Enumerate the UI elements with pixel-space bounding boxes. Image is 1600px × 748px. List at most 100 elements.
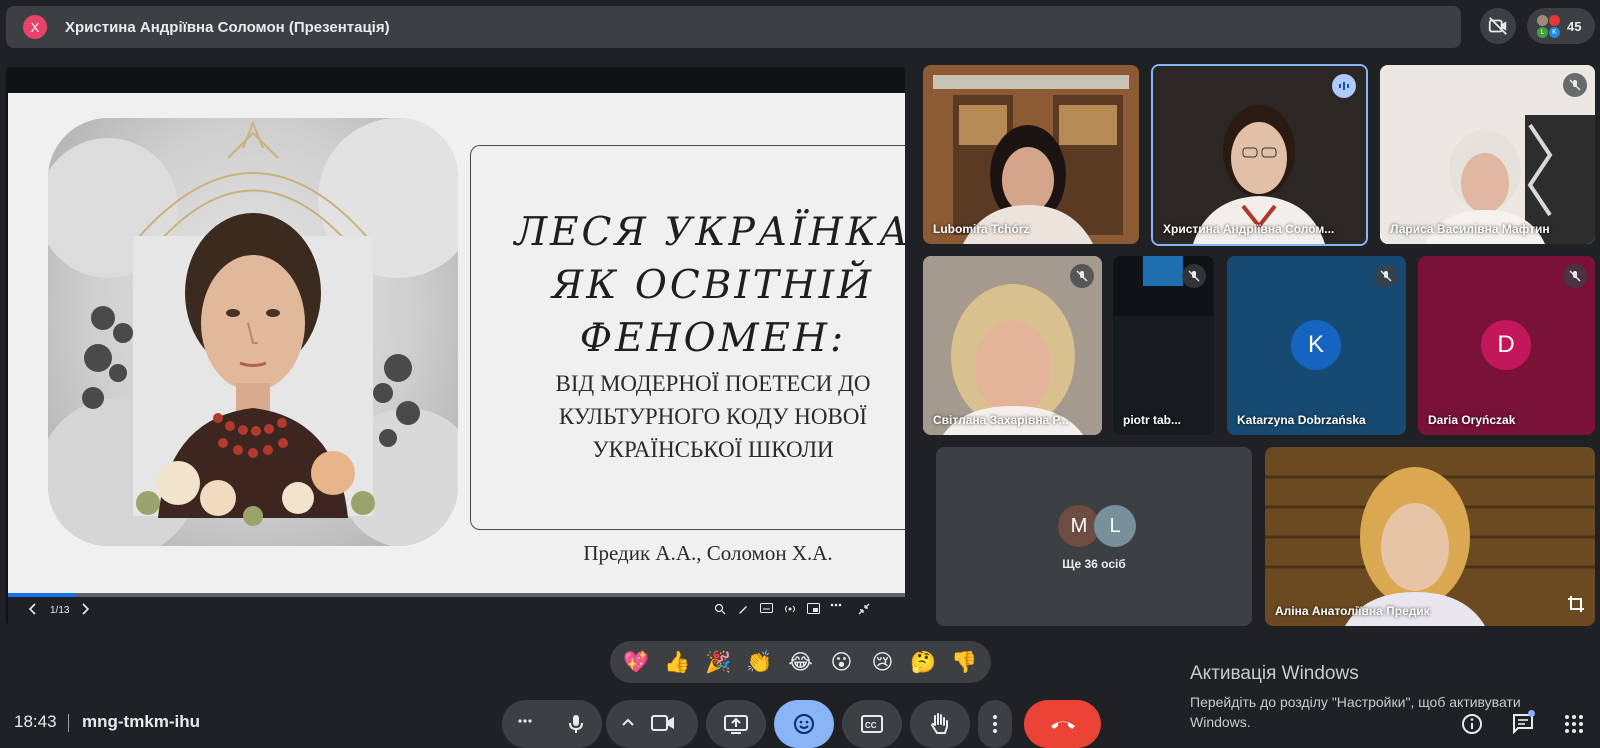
participant-name: piotr tab... [1123, 413, 1181, 427]
audio-settings-button[interactable] [516, 712, 534, 735]
info-icon [1462, 714, 1482, 734]
participant-tile[interactable]: D Daria Oryńczak [1418, 256, 1595, 435]
participant-tile[interactable]: Lubomira Tchórz [923, 65, 1139, 244]
exit-fullscreen-button[interactable] [858, 603, 870, 615]
participant-avatars: L K [1535, 12, 1565, 40]
svg-text:CC: CC [865, 721, 877, 730]
participant-name: Христина Андріївна Солом... [1163, 222, 1335, 236]
audio-wave-icon [1339, 82, 1349, 90]
hide-tiles-button[interactable] [1480, 8, 1516, 44]
reaction-heart[interactable]: 💖 [620, 650, 654, 675]
next-slide-button[interactable] [80, 603, 90, 615]
slide-controls: 1/13 [8, 597, 905, 625]
muted-indicator [1563, 73, 1587, 97]
captions-button[interactable] [760, 603, 773, 613]
slide: ЛЕСЯ УКРАЇНКА ЯК ОСВІТНІЙ ФЕНОМЕН: ВІД М… [8, 93, 905, 593]
meeting-time: 18:43 [14, 712, 57, 731]
activities-button[interactable] [1562, 712, 1586, 736]
subtitle-line: ВІД МОДЕРНОЇ ПОЕТЕСИ ДО [555, 371, 871, 396]
video-settings-button[interactable] [620, 714, 636, 735]
pen-icon [739, 606, 747, 614]
laser-pointer-button[interactable] [737, 603, 749, 615]
participant-tile[interactable]: Аліна Анатоліївна Предик [1265, 447, 1595, 626]
avatar: L [1094, 505, 1136, 547]
more-vertical-icon [993, 715, 997, 733]
reaction-thumbs-up[interactable]: 👍 [661, 650, 695, 675]
mic-off-icon [1569, 79, 1581, 91]
reaction-sad[interactable]: 😢 [866, 650, 900, 674]
mic-off-icon [1188, 270, 1200, 282]
microphone-icon [569, 715, 583, 733]
muted-indicator [1374, 264, 1398, 288]
mic-off-icon [1076, 270, 1088, 282]
video-camera-icon [651, 715, 674, 731]
picture-in-picture-button[interactable] [807, 603, 820, 614]
title-line: ЛЕСЯ УКРАЇНКА [514, 210, 905, 255]
apps-grid-icon [1565, 715, 1583, 733]
video-feed [923, 65, 1139, 244]
crop-icon[interactable] [1567, 595, 1585, 618]
more-options-button[interactable] [830, 603, 842, 607]
camera-off-icon [1488, 17, 1507, 35]
participant-name: Аліна Анатоліївна Предик [1275, 604, 1430, 618]
activation-title: Активація Windows [1190, 663, 1359, 684]
reaction-clap[interactable]: 👏 [743, 650, 777, 675]
participant-tile[interactable]: Христина Андріївна Солом... [1151, 64, 1368, 246]
camera-button[interactable] [650, 712, 676, 739]
participant-tile[interactable]: Світлана Захарівна Р... [923, 256, 1102, 435]
prev-slide-button[interactable] [28, 603, 38, 615]
avatar [1537, 15, 1548, 26]
reaction-thinking[interactable]: 🤔 [907, 650, 941, 675]
participant-name: Daria Oryńczak [1428, 413, 1516, 427]
mic-off-icon [1569, 270, 1581, 282]
reaction-laugh[interactable]: 😂 [784, 650, 818, 674]
slide-subtitle: ВІД МОДЕРНОЇ ПОЕТЕСИ ДО КУЛЬТУРНОГО КОДУ… [513, 367, 905, 466]
notification-dot-icon [1528, 710, 1535, 717]
muted-indicator [1182, 264, 1206, 288]
reaction-surprised[interactable]: 😮 [825, 650, 859, 674]
avatar: K [1549, 27, 1560, 38]
chevron-up-icon [622, 718, 634, 726]
divider [68, 714, 69, 732]
chat-button[interactable] [1511, 710, 1535, 736]
participant-tile[interactable]: piotr tab... [1113, 256, 1214, 435]
muted-indicator [1563, 264, 1587, 288]
title-line: ФЕНОМЕН: [579, 316, 847, 361]
video-feed [1380, 65, 1595, 244]
portrait-image [48, 118, 458, 546]
meeting-details-button[interactable] [1460, 712, 1484, 736]
presentation-stage: ЛЕСЯ УКРАЇНКА ЯК ОСВІТНІЙ ФЕНОМЕН: ВІД М… [6, 67, 905, 625]
closed-captions-icon: CC [861, 715, 883, 733]
avatar: K [1291, 320, 1341, 370]
presentation-title: Христина Андріївна Соломон (Презентація) [65, 18, 390, 36]
keyboard-icon [760, 603, 773, 613]
subtitle-line: УКРАЇНСЬКОЇ ШКОЛИ [592, 437, 834, 462]
activation-line: Перейдіть до розділу "Настройки", щоб ак… [1190, 694, 1521, 710]
muted-indicator [1070, 264, 1094, 288]
participant-name: Світлана Захарівна Р... [933, 413, 1069, 427]
participant-name: Лариса Василівна Мафтин [1390, 222, 1550, 236]
reaction-party[interactable]: 🎉 [702, 650, 736, 675]
participant-name: Lubomira Tchórz [933, 222, 1030, 236]
pip-icon [807, 603, 820, 614]
other-participants-tile[interactable]: M L Ще 36 осіб [936, 447, 1252, 626]
participant-tile[interactable]: K Katarzyna Dobrzańska [1227, 256, 1406, 435]
participant-count: 45 [1567, 18, 1582, 34]
zoom-icon [714, 603, 726, 615]
speaking-indicator [1332, 74, 1356, 98]
zoom-button[interactable] [714, 603, 726, 615]
participant-tile[interactable]: Лариса Василівна Мафтин [1380, 65, 1595, 244]
slide-authors: Предик А.А., Соломон Х.А. [583, 541, 833, 565]
participants-button[interactable]: L K 45 [1527, 8, 1595, 44]
presenter-avatar: Х [23, 15, 47, 39]
presentation-bar: Х Христина Андріївна Соломон (Презентаці… [6, 6, 1461, 48]
broadcast-icon [785, 605, 795, 613]
hand-icon [930, 713, 948, 734]
video-feed [1265, 447, 1595, 626]
chevron-right-icon [82, 603, 90, 615]
reaction-thumbs-down[interactable]: 👎 [948, 650, 982, 675]
others-count-label: Ще 36 осіб [1062, 557, 1126, 571]
present-screen-icon [724, 715, 748, 734]
cast-button[interactable] [784, 603, 796, 615]
title-line: ЯК ОСВІТНІЙ [551, 263, 875, 308]
